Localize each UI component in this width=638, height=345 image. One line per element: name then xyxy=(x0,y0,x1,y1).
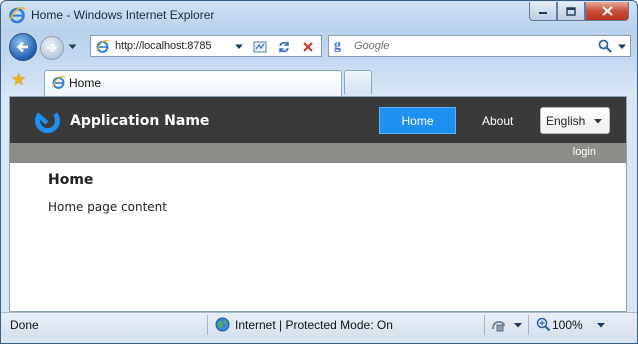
page-viewport: Application Name Home About English logi… xyxy=(9,96,627,312)
nav-home-button[interactable]: Home xyxy=(379,107,456,134)
favorites-star-icon[interactable]: ★ xyxy=(11,72,26,89)
zoom-icon[interactable] xyxy=(536,317,551,332)
refresh-icon xyxy=(279,41,289,52)
new-tab-button[interactable] xyxy=(344,70,372,94)
search-box[interactable]: g Google xyxy=(328,35,631,57)
ie-page-icon xyxy=(52,75,66,89)
tab-label: Home xyxy=(69,76,102,90)
recent-pages-dropdown-icon[interactable] xyxy=(68,44,77,50)
security-zone-text[interactable]: Internet | Protected Mode: On xyxy=(235,318,393,332)
maximize-icon xyxy=(566,6,576,16)
stop-icon xyxy=(303,41,313,52)
minimize-button[interactable] xyxy=(529,2,557,21)
status-divider xyxy=(207,315,208,335)
address-dropdown-icon[interactable] xyxy=(235,44,243,50)
tab-home[interactable]: Home xyxy=(44,70,342,96)
protected-mode-dropdown-icon[interactable] xyxy=(514,323,522,328)
search-options-dropdown-icon[interactable] xyxy=(618,44,626,50)
back-button[interactable] xyxy=(9,33,37,61)
close-button[interactable] xyxy=(585,2,629,21)
app-name-link[interactable]: Application Name xyxy=(70,113,209,129)
title-bar[interactable]: Home - Windows Internet Explorer xyxy=(1,1,637,29)
search-icon[interactable] xyxy=(598,39,612,53)
status-text: Done xyxy=(10,318,39,332)
language-select[interactable]: English xyxy=(540,107,610,134)
zoom-level[interactable]: 100% xyxy=(552,318,583,332)
status-bar: Done Internet | Protected Mode: On 100% xyxy=(1,312,637,337)
compatibility-view-button[interactable] xyxy=(251,38,269,55)
status-divider xyxy=(528,315,529,335)
login-bar: login xyxy=(10,143,626,163)
navigation-bar: http://localhost:8785 g Google xyxy=(1,30,637,64)
maximize-button[interactable] xyxy=(557,2,585,21)
language-selected-value: English xyxy=(546,114,586,128)
forward-arrow-icon xyxy=(47,43,58,53)
app-logo-icon[interactable] xyxy=(34,108,61,135)
chevron-down-icon xyxy=(594,119,602,124)
status-divider xyxy=(484,315,485,335)
stop-button[interactable] xyxy=(299,38,317,55)
compatibility-view-icon xyxy=(253,41,267,52)
tabs-bar: ★ Home xyxy=(1,64,637,96)
search-input[interactable]: Google xyxy=(354,40,389,52)
zoom-dropdown-icon[interactable] xyxy=(597,323,605,328)
login-link[interactable]: login xyxy=(573,146,596,158)
ie-logo-icon xyxy=(9,7,26,24)
page-title: Home xyxy=(48,172,94,188)
browser-window: Home - Windows Internet Explorer http://… xyxy=(0,0,638,344)
ie-page-icon xyxy=(96,39,110,53)
window-title: Home - Windows Internet Explorer xyxy=(31,8,215,22)
search-provider-icon: g xyxy=(334,38,341,53)
nav-about-link[interactable]: About xyxy=(482,114,513,128)
minimize-icon xyxy=(539,12,547,14)
forward-button[interactable] xyxy=(40,36,64,60)
back-arrow-icon xyxy=(16,41,28,53)
refresh-button[interactable] xyxy=(275,38,293,55)
internet-zone-globe-icon xyxy=(215,317,230,332)
close-icon xyxy=(601,6,613,16)
window-controls xyxy=(529,2,629,21)
protected-mode-icon[interactable] xyxy=(491,317,509,332)
address-bar[interactable]: http://localhost:8785 xyxy=(90,35,322,57)
site-header: Application Name Home About English xyxy=(10,97,626,143)
page-content: Home page content xyxy=(48,200,167,214)
address-input[interactable]: http://localhost:8785 xyxy=(115,40,211,52)
